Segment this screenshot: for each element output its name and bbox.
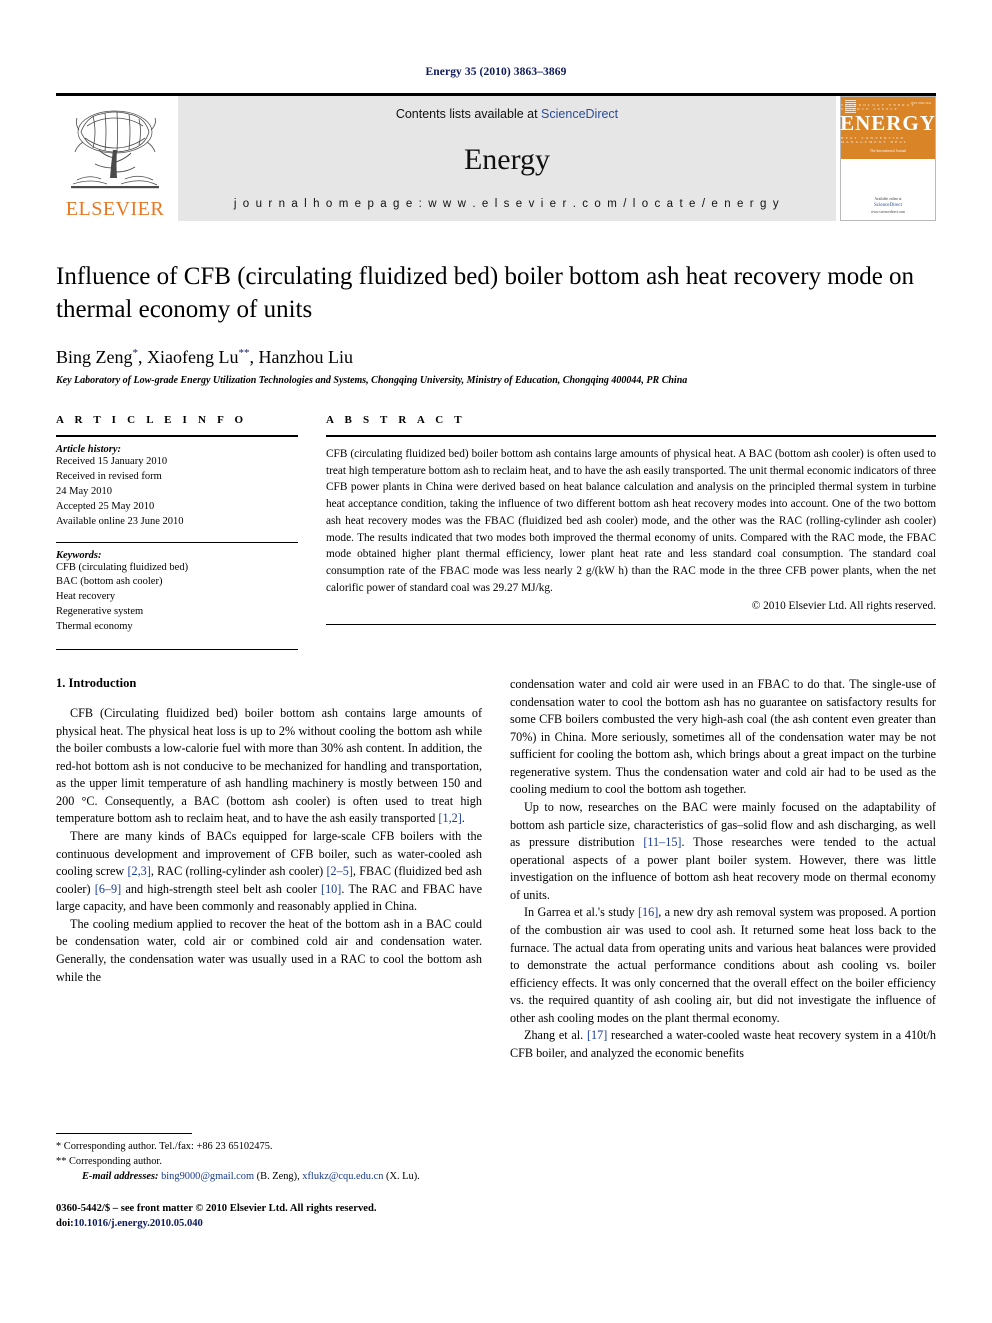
doi-value[interactable]: 10.1016/j.energy.2010.05.040 bbox=[74, 1218, 203, 1229]
abstract-heading: A B S T R A C T bbox=[326, 414, 466, 426]
article-history-label: Article history: bbox=[56, 444, 122, 455]
doi-label: doi: bbox=[56, 1218, 74, 1230]
cover-footer-brand: ScienceDirect bbox=[873, 203, 903, 209]
article-info-heading: A R T I C L E I N F O bbox=[56, 414, 248, 426]
left-body-column: 1. Introduction CFB (Circulating fluidiz… bbox=[56, 676, 482, 1231]
paragraph: There are many kinds of BACs equipped fo… bbox=[56, 829, 482, 914]
email-owner-2: (X. Lu). bbox=[383, 1170, 420, 1182]
citation-link[interactable]: [11–15] bbox=[643, 835, 681, 849]
author-list: Bing Zeng*, Xiaofeng Lu**, Hanzhou Liu bbox=[56, 347, 936, 368]
cover-subtitle: The International Journal bbox=[869, 149, 907, 153]
history-item: Accepted 25 May 2010 bbox=[56, 500, 155, 512]
keyword-item: Regenerative system bbox=[56, 606, 144, 618]
abstract-rule-bottom bbox=[326, 624, 936, 626]
paragraph: Zhang et al. [17] researched a water-coo… bbox=[510, 1028, 936, 1060]
cover-footer: Available online at ScienceDirect www.sc… bbox=[841, 197, 935, 215]
history-item: Available online 23 June 2010 bbox=[56, 515, 184, 527]
journal-band: Contents lists available at ScienceDirec… bbox=[178, 96, 836, 221]
abstract-column: A B S T R A C T CFB (circulating fluidiz… bbox=[326, 414, 936, 650]
history-item: Received 15 January 2010 bbox=[56, 456, 168, 467]
email-owner-1: (B. Zeng), bbox=[254, 1170, 303, 1182]
sciencedirect-link[interactable]: ScienceDirect bbox=[541, 107, 618, 121]
contents-available-line: Contents lists available at ScienceDirec… bbox=[396, 107, 618, 121]
keyword-item: CFB (circulating fluidized bed) bbox=[56, 561, 189, 573]
footnote-corresponding-1: * Corresponding author. Tel./fax: +86 23… bbox=[56, 1140, 273, 1152]
paragraph: CFB (Circulating fluidized bed) boiler b… bbox=[56, 706, 482, 826]
citation-link[interactable]: [10] bbox=[321, 882, 341, 896]
footnotes-block: * Corresponding author. Tel./fax: +86 23… bbox=[56, 1132, 482, 1231]
keyword-item: Heat recovery bbox=[56, 591, 116, 603]
cover-bottom-keywords: HEAT CONVERSION MANAGEMENT HEAT bbox=[841, 136, 908, 144]
paragraph: The cooling medium applied to recover th… bbox=[56, 916, 482, 984]
keyword-item: Thermal economy bbox=[56, 621, 133, 633]
citation-link[interactable]: [17] bbox=[587, 1028, 607, 1042]
elsevier-wordmark: ELSEVIER bbox=[65, 198, 165, 220]
author-1-name: Bing Zeng bbox=[56, 347, 133, 367]
article-info-rule-bottom bbox=[56, 649, 298, 651]
info-abstract-region: A R T I C L E I N F O Article history: R… bbox=[56, 414, 936, 651]
footnote-corresponding-2: ** Corresponding author. bbox=[56, 1155, 162, 1167]
article-info-rule-mid bbox=[56, 541, 298, 543]
footnote-emails: E-mail addresses: bing9000@gmail.com (B.… bbox=[56, 1169, 482, 1184]
cover-bottom-panel: Available online at ScienceDirect www.sc… bbox=[841, 159, 935, 220]
elsevier-logo: ELSEVIER bbox=[56, 96, 174, 221]
paragraph: Up to now, researches on the BAC were ma… bbox=[510, 800, 937, 902]
journal-masthead: ELSEVIER Contents lists available at Sci… bbox=[56, 93, 936, 221]
paragraph: In Garrea et al.'s study [16], a new dry… bbox=[510, 905, 936, 1025]
citation-link[interactable]: [2–5] bbox=[327, 864, 353, 878]
article-info-column: A R T I C L E I N F O Article history: R… bbox=[56, 414, 298, 651]
imprint-block: 0360-5442/$ – see front matter © 2010 El… bbox=[56, 1201, 482, 1231]
citation-link[interactable]: [6–9] bbox=[95, 882, 121, 896]
email-link-2[interactable]: xflukz@cqu.edu.cn bbox=[302, 1171, 383, 1182]
cover-footer-url: www.sciencedirect.com bbox=[870, 209, 906, 214]
keywords-label: Keywords: bbox=[56, 549, 102, 561]
author-2-name: , Xiaofeng Lu bbox=[138, 347, 239, 367]
article-page: Energy 35 (2010) 3863–3869 ELSEVIER Cont… bbox=[0, 0, 992, 1323]
citation-link[interactable]: [16] bbox=[638, 905, 658, 919]
abstract-copyright: © 2010 Elsevier Ltd. All rights reserved… bbox=[751, 600, 936, 613]
citation-link[interactable]: [1,2] bbox=[438, 811, 461, 825]
contents-prefix: Contents lists available at bbox=[395, 107, 542, 121]
journal-title: Energy bbox=[463, 142, 551, 176]
email-link-1[interactable]: bing9000@gmail.com bbox=[161, 1171, 254, 1182]
doi-line: doi:10.1016/j.energy.2010.05.040 bbox=[56, 1216, 482, 1231]
abstract-rule-top bbox=[326, 435, 936, 437]
affiliation: Key Laboratory of Low-grade Energy Utili… bbox=[56, 375, 688, 386]
paragraph: condensation water and cold air were use… bbox=[510, 677, 936, 797]
body-columns: 1. Introduction CFB (Circulating fluidiz… bbox=[56, 676, 936, 1231]
abstract-text: CFB (circulating fluidized bed) boiler b… bbox=[326, 448, 936, 594]
history-item: Received in revised form bbox=[56, 470, 162, 482]
email-addresses-label: E-mail addresses: bbox=[82, 1170, 159, 1182]
running-head: Energy 35 (2010) 3863–3869 bbox=[425, 66, 567, 78]
author-3-name: , Hanzhou Liu bbox=[249, 347, 353, 367]
author-1: Bing Zeng* bbox=[56, 347, 138, 367]
issn-copyright-line: 0360-5442/$ – see front matter © 2010 El… bbox=[56, 1203, 377, 1214]
author-2-mark[interactable]: ** bbox=[238, 347, 249, 359]
citation-link[interactable]: [2,3] bbox=[127, 864, 150, 878]
right-body-column: condensation water and cold air were use… bbox=[510, 676, 936, 1231]
elsevier-tree-icon bbox=[71, 110, 159, 189]
cover-journal-title: ENERGY bbox=[840, 111, 936, 135]
section-heading-introduction: 1. Introduction bbox=[56, 676, 137, 691]
journal-cover-thumbnail[interactable]: ISSN 0360-5442 TECHNOLOGY ENERGY SCIENCE… bbox=[840, 96, 936, 221]
journal-homepage-link[interactable]: j o u r n a l h o m e p a g e : w w w . … bbox=[234, 198, 780, 210]
history-item: 24 May 2010 bbox=[56, 485, 112, 497]
footnote-rule bbox=[56, 1132, 192, 1134]
cover-top-keywords: TECHNOLOGY ENERGY SCIENCE SUPPLY bbox=[841, 103, 916, 111]
cover-top-panel: ISSN 0360-5442 TECHNOLOGY ENERGY SCIENCE… bbox=[840, 97, 936, 159]
author-2: , Xiaofeng Lu** bbox=[138, 347, 249, 367]
page-title: Influence of CFB (circulating fluidized … bbox=[56, 263, 915, 323]
keyword-item: BAC (bottom ash cooler) bbox=[56, 576, 163, 588]
article-info-rule-top bbox=[56, 435, 298, 437]
title-block: Influence of CFB (circulating fluidized … bbox=[56, 261, 936, 386]
